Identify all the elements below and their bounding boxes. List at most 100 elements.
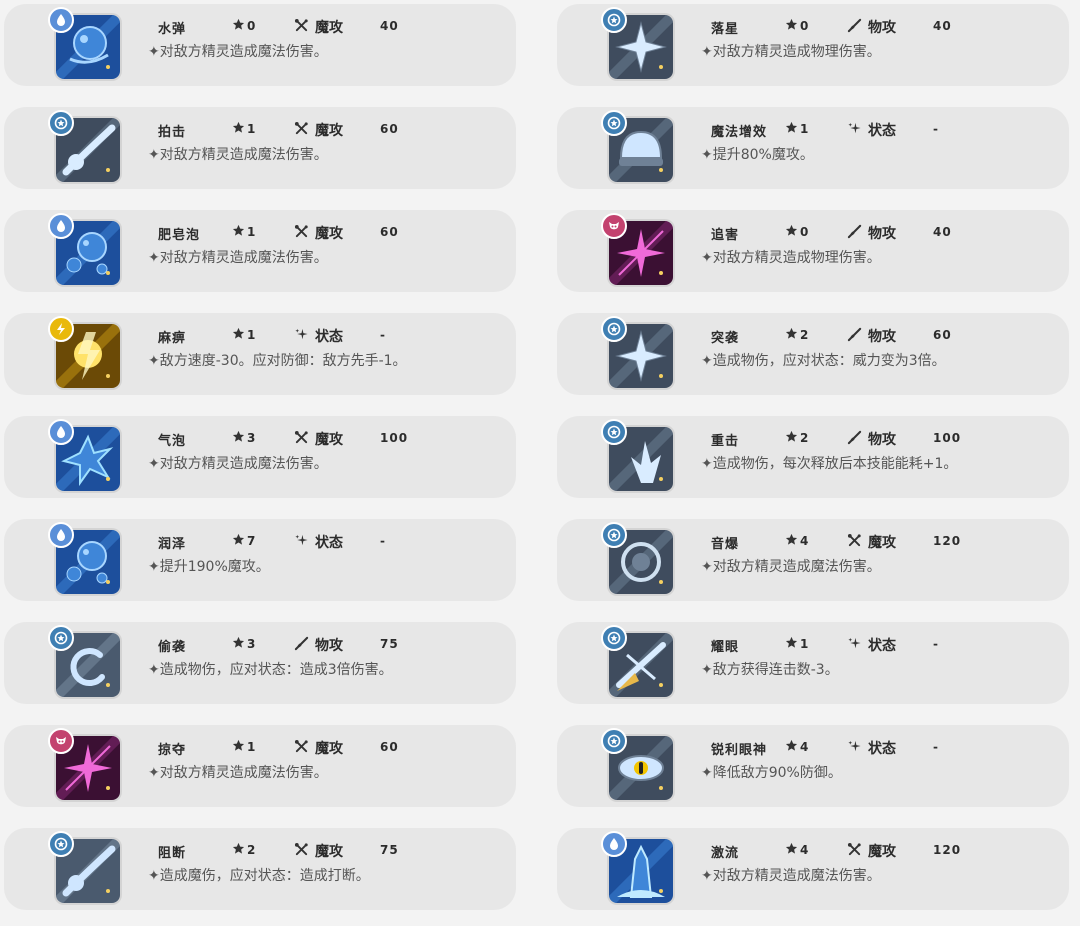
skill-card[interactable]: 音爆 4 魔攻 120 ✦对敌方精灵造成魔法伤害。 — [557, 519, 1069, 601]
skill-power: - — [933, 740, 939, 754]
skill-stats-row: 落星 0 物攻 40 — [697, 16, 1057, 37]
skill-stats-row: 耀眼 1 状态 - — [697, 634, 1057, 655]
skill-stats-row: 润泽 7 状态 - — [144, 531, 504, 552]
skill-stats-row: 麻痹 1 状态 - — [144, 325, 504, 346]
skill-cost: 1 — [232, 121, 255, 137]
skill-card[interactable]: 水弹 0 魔攻 40 ✦对敌方精灵造成魔法伤害。 — [4, 4, 516, 86]
skill-card[interactable]: 润泽 7 状态 - ✦提升190%魔攻。 — [4, 519, 516, 601]
skill-card[interactable]: 重击 2 物攻 100 ✦造成物伤，每次释放后本技能能耗+1。 — [557, 416, 1069, 498]
skill-icon — [601, 419, 677, 495]
skill-card[interactable]: 麻痹 1 状态 - ✦敌方速度-30。应对防御：敌方先手-1。 — [4, 313, 516, 395]
skill-name: 润泽 — [158, 537, 187, 552]
skill-card[interactable]: 肥皂泡 1 魔攻 60 ✦对敌方精灵造成魔法伤害。 — [4, 210, 516, 292]
star-icon — [785, 18, 798, 34]
skill-info: 肥皂泡 1 魔攻 60 ✦对敌方精灵造成魔法伤害。 — [144, 222, 506, 282]
skill-stats-row: 偷袭 3 物攻 75 — [144, 634, 504, 655]
skill-description: ✦提升190%魔攻。 — [148, 559, 270, 575]
skill-info: 掠夺 1 魔攻 60 ✦对敌方精灵造成魔法伤害。 — [144, 737, 506, 797]
skill-stats-row: 突袭 2 物攻 60 — [697, 325, 1057, 346]
skill-type: 物攻 — [847, 223, 896, 243]
skill-icon — [601, 7, 677, 83]
star-icon — [232, 18, 245, 34]
skill-card[interactable]: 阻断 2 魔攻 75 ✦造成魔伤，应对状态：造成打断。 — [4, 828, 516, 910]
skill-type-label: 魔攻 — [868, 844, 896, 860]
skill-type: 物攻 — [847, 17, 896, 37]
skill-cost-value: 1 — [247, 740, 256, 754]
skill-type-label: 物攻 — [868, 329, 896, 345]
skill-type-label: 状态 — [315, 329, 343, 345]
skill-card[interactable]: 偷袭 3 物攻 75 ✦造成物伤，应对状态：造成3倍伤害。 — [4, 622, 516, 704]
normal-element-icon — [48, 831, 74, 857]
skill-card[interactable]: 气泡 3 魔攻 100 ✦对敌方精灵造成魔法伤害。 — [4, 416, 516, 498]
star-icon — [785, 842, 798, 858]
skill-name: 魔法增效 — [711, 125, 768, 140]
status-icon — [294, 327, 309, 346]
skill-type: 状态 — [847, 738, 896, 758]
skill-name: 掠夺 — [158, 743, 187, 758]
skill-name: 音爆 — [711, 537, 740, 552]
skill-icon — [48, 7, 124, 83]
normal-element-icon — [48, 625, 74, 651]
skill-power: 60 — [380, 122, 399, 136]
skill-type-label: 魔攻 — [315, 20, 343, 36]
star-icon — [232, 224, 245, 240]
skill-cost: 1 — [232, 224, 255, 240]
skill-type: 魔攻 — [294, 841, 343, 861]
skill-cost-value: 0 — [800, 19, 809, 33]
skill-info: 耀眼 1 状态 - ✦敌方获得连击数-3。 — [697, 634, 1059, 694]
skill-info: 锐利眼神 4 状态 - ✦降低敌方90%防御。 — [697, 737, 1059, 797]
skill-stats-row: 拍击 1 魔攻 60 — [144, 119, 504, 140]
status-icon — [847, 121, 862, 140]
skill-cost: 4 — [785, 533, 808, 549]
skill-description: ✦对敌方精灵造成魔法伤害。 — [701, 559, 881, 575]
skill-name: 拍击 — [158, 125, 187, 140]
skill-icon — [601, 522, 677, 598]
magic-icon — [294, 18, 309, 37]
skill-name: 肥皂泡 — [158, 228, 201, 243]
skill-description: ✦对敌方精灵造成魔法伤害。 — [148, 765, 328, 781]
skill-card[interactable]: 掠夺 1 魔攻 60 ✦对敌方精灵造成魔法伤害。 — [4, 725, 516, 807]
skill-description: ✦对敌方精灵造成魔法伤害。 — [148, 456, 328, 472]
skill-grid: 水弹 0 魔攻 40 ✦对敌方精灵造成魔法伤害。 落星 0 物攻 40 ✦对敌方精灵造成物理伤害。… — [0, 0, 1080, 926]
skill-name: 耀眼 — [711, 640, 740, 655]
skill-card[interactable]: 突袭 2 物攻 60 ✦造成物伤，应对状态：威力变为3倍。 — [557, 313, 1069, 395]
skill-card[interactable]: 耀眼 1 状态 - ✦敌方获得连击数-3。 — [557, 622, 1069, 704]
skill-card[interactable]: 魔法增效 1 状态 - ✦提升80%魔攻。 — [557, 107, 1069, 189]
skill-card[interactable]: 落星 0 物攻 40 ✦对敌方精灵造成物理伤害。 — [557, 4, 1069, 86]
skill-description: ✦敌方速度-30。应对防御：敌方先手-1。 — [148, 353, 407, 369]
skill-stats-row: 气泡 3 魔攻 100 — [144, 428, 504, 449]
physical-icon — [847, 18, 862, 37]
skill-info: 润泽 7 状态 - ✦提升190%魔攻。 — [144, 531, 506, 591]
skill-card[interactable]: 追害 0 物攻 40 ✦对敌方精灵造成物理伤害。 — [557, 210, 1069, 292]
skill-name: 水弹 — [158, 22, 187, 37]
star-icon — [785, 636, 798, 652]
skill-type: 物攻 — [294, 635, 343, 655]
skill-power: 40 — [933, 19, 952, 33]
skill-description: ✦提升80%魔攻。 — [701, 147, 814, 163]
skill-power: - — [380, 328, 386, 342]
skill-description: ✦对敌方精灵造成魔法伤害。 — [148, 44, 328, 60]
skill-icon — [48, 419, 124, 495]
skill-power: - — [933, 637, 939, 651]
skill-info: 音爆 4 魔攻 120 ✦对敌方精灵造成魔法伤害。 — [697, 531, 1059, 591]
skill-name: 重击 — [711, 434, 740, 449]
electric-element-icon — [48, 316, 74, 342]
skill-cost-value: 0 — [800, 225, 809, 239]
skill-power: 60 — [933, 328, 952, 342]
skill-type-label: 物攻 — [868, 432, 896, 448]
skill-card[interactable]: 锐利眼神 4 状态 - ✦降低敌方90%防御。 — [557, 725, 1069, 807]
skill-power: 120 — [933, 534, 962, 548]
skill-stats-row: 掠夺 1 魔攻 60 — [144, 737, 504, 758]
skill-cost-value: 2 — [800, 431, 809, 445]
skill-type: 状态 — [847, 120, 896, 140]
skill-power: 100 — [933, 431, 962, 445]
skill-description: ✦对敌方精灵造成物理伤害。 — [701, 44, 881, 60]
skill-icon — [48, 110, 124, 186]
skill-power: - — [933, 122, 939, 136]
skill-description: ✦敌方获得连击数-3。 — [701, 662, 839, 678]
skill-type-label: 状态 — [868, 741, 896, 757]
star-icon — [232, 430, 245, 446]
skill-card[interactable]: 拍击 1 魔攻 60 ✦对敌方精灵造成魔法伤害。 — [4, 107, 516, 189]
skill-name: 锐利眼神 — [711, 743, 768, 758]
skill-card[interactable]: 激流 4 魔攻 120 ✦对敌方精灵造成魔法伤害。 — [557, 828, 1069, 910]
